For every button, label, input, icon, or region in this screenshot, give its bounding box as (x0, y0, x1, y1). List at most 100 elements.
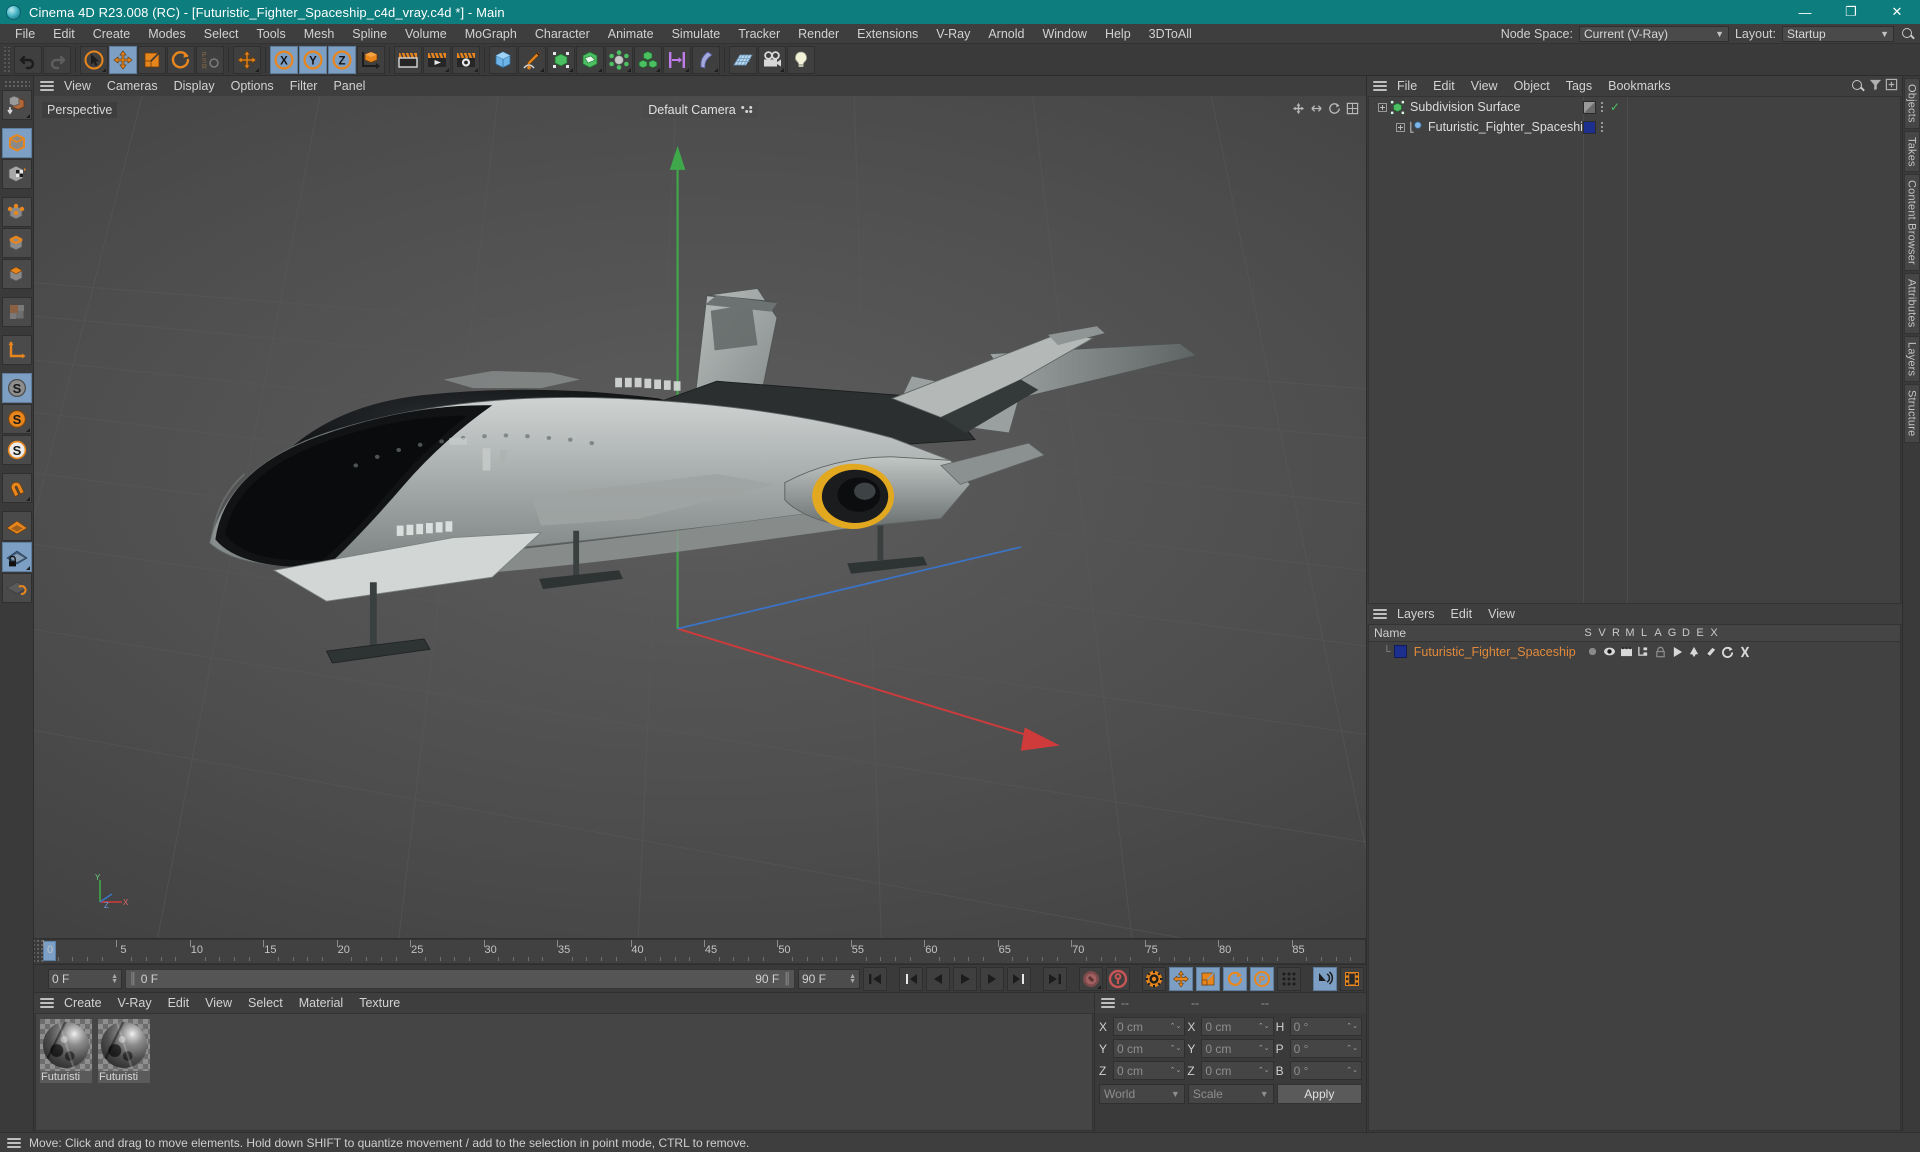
snap-button[interactable] (1, 473, 32, 503)
object-expand-toggle[interactable] (1393, 122, 1407, 132)
viewport-menu-cameras[interactable]: Cameras (99, 76, 166, 96)
uv-mode-button[interactable] (1, 297, 32, 327)
move-tool-button[interactable] (109, 45, 137, 74)
floor-button[interactable] (729, 45, 757, 74)
animation-icon[interactable] (1670, 646, 1684, 658)
object-row[interactable]: Subdivision Surface ✓ (1369, 97, 1900, 117)
spinner-icon[interactable]: ▲ ▼ (849, 973, 856, 985)
next-keyframe-button[interactable] (1007, 966, 1031, 991)
search-icon[interactable] (1900, 26, 1916, 42)
position-field-z[interactable]: 0 cm ⌃⌄ (1113, 1061, 1186, 1080)
spinner-icon[interactable]: ⌃⌄ (1170, 1067, 1182, 1074)
layer-menu-view[interactable]: View (1480, 604, 1523, 624)
edge-tab-layers[interactable]: Layers (1903, 335, 1920, 383)
object-menu-file[interactable]: File (1389, 76, 1425, 96)
layer-menu-edit[interactable]: Edit (1443, 604, 1481, 624)
menu-item-spline[interactable]: Spline (343, 24, 396, 44)
position-field-y[interactable]: 0 cm ⌃⌄ (1113, 1039, 1186, 1058)
menu-item-volume[interactable]: Volume (396, 24, 456, 44)
spinner-icon[interactable]: ⌃⌄ (1258, 1045, 1270, 1052)
size-field-x[interactable]: 0 cm ⌃⌄ (1201, 1017, 1274, 1036)
material-menu-icon[interactable] (38, 996, 56, 1010)
lock-icon[interactable] (1653, 646, 1667, 658)
lock-workplane-button[interactable] (1, 542, 32, 572)
subdivision-surface-button[interactable] (547, 45, 575, 74)
zoom-icon[interactable] (1308, 100, 1324, 116)
object-tag-swatch[interactable] (1583, 120, 1596, 134)
menu-item-v-ray[interactable]: V-Ray (927, 24, 979, 44)
generator-icon[interactable] (1687, 646, 1701, 658)
menu-item-render[interactable]: Render (789, 24, 848, 44)
edge-tab-structure[interactable]: Structure (1903, 384, 1920, 443)
size-field-z[interactable]: 0 cm ⌃⌄ (1201, 1061, 1274, 1080)
go-to-start-button[interactable] (863, 966, 887, 991)
filter-icon[interactable] (1869, 78, 1882, 94)
material-item[interactable]: Futuristi (40, 1019, 92, 1083)
node-space-dropdown[interactable]: Current (V-Ray) ▼ (1578, 25, 1729, 42)
psr-button[interactable]: PSR (196, 45, 224, 74)
object-dots-icon[interactable] (1600, 101, 1604, 114)
spinner-icon[interactable]: ▲ ▼ (111, 973, 118, 985)
object-row[interactable]: Futuristic_Fighter_Spaceship (1369, 117, 1900, 137)
render-settings-button[interactable] (452, 45, 480, 74)
viewport-menu-display[interactable]: Display (166, 76, 223, 96)
spinner-icon[interactable]: ⌃⌄ (1170, 1023, 1182, 1030)
render-view-button[interactable] (394, 45, 422, 74)
menu-item-help[interactable]: Help (1096, 24, 1140, 44)
object-menu-view[interactable]: View (1463, 76, 1506, 96)
go-to-end-button[interactable] (1043, 966, 1067, 991)
spinner-icon[interactable]: ⌃⌄ (1258, 1067, 1270, 1074)
material-menu-view[interactable]: View (197, 993, 240, 1013)
object-tag-swatch[interactable] (1583, 100, 1596, 114)
menu-item-animate[interactable]: Animate (599, 24, 663, 44)
left-palette-grip[interactable] (3, 80, 30, 87)
plus-icon[interactable] (1377, 102, 1387, 112)
end-frame-field[interactable]: 90 F ▲ ▼ (798, 968, 860, 989)
pan-icon[interactable] (1290, 100, 1306, 116)
manager-icon[interactable] (1636, 646, 1650, 657)
scale-tool-button[interactable] (138, 45, 166, 74)
step-back-button[interactable] (926, 966, 950, 991)
previous-keyframe-button[interactable] (899, 966, 923, 991)
viewport-menu-view[interactable]: View (56, 76, 99, 96)
checkmark-icon[interactable]: ✓ (1610, 100, 1620, 114)
range-end-handle[interactable]: ║ (783, 973, 791, 985)
menu-item-create[interactable]: Create (84, 24, 140, 44)
rotation-field-h[interactable]: 0 ° ⌃⌄ (1289, 1017, 1362, 1036)
menu-item-file[interactable]: File (6, 24, 44, 44)
cube-primitive-button[interactable] (489, 45, 517, 74)
model-mode-button[interactable] (1, 128, 32, 158)
viewport-menu-panel[interactable]: Panel (325, 76, 373, 96)
spinner-icon[interactable]: ⌃⌄ (1258, 1023, 1270, 1030)
plus-icon[interactable] (1395, 122, 1405, 132)
toolbar-grip[interactable] (2, 46, 10, 73)
redo-button[interactable] (43, 45, 71, 74)
object-expand-toggle[interactable] (1375, 102, 1389, 112)
object-menu-object[interactable]: Object (1506, 76, 1558, 96)
keyframe-settings-button[interactable] (1142, 966, 1166, 991)
maximize-button[interactable]: ❐ (1828, 0, 1874, 24)
menu-item-select[interactable]: Select (195, 24, 248, 44)
viewport[interactable]: Perspective Default Camera Y X Z (34, 96, 1366, 938)
coordinate-system-button[interactable] (357, 45, 385, 74)
material-list[interactable]: Futuristi Futuristi (35, 1013, 1093, 1131)
parameter-key-button[interactable]: P (1250, 966, 1274, 991)
expression-icon[interactable] (1721, 646, 1735, 658)
record-active-objects-button[interactable] (1079, 966, 1103, 991)
layout-dropdown[interactable]: Startup ▼ (1782, 25, 1894, 42)
range-start-handle[interactable]: ║ (129, 973, 137, 985)
object-axis-button[interactable]: S (1, 373, 32, 403)
spinner-icon[interactable]: ⌃⌄ (1346, 1067, 1358, 1074)
layer-color-swatch[interactable] (1393, 645, 1407, 658)
edge-tab-objects[interactable]: Objects (1903, 78, 1920, 129)
coordinate-system-select[interactable]: World ▼ (1099, 1084, 1185, 1104)
menu-item-tracker[interactable]: Tracker (729, 24, 789, 44)
autokeying-button[interactable] (1106, 966, 1130, 991)
edge-tab-takes[interactable]: Takes (1903, 130, 1920, 173)
apply-button[interactable]: Apply (1276, 1084, 1363, 1104)
spinner-icon[interactable]: ⌃⌄ (1346, 1023, 1358, 1030)
light-button[interactable] (787, 45, 815, 74)
deformer-button[interactable] (576, 45, 604, 74)
position-key-button[interactable] (1169, 966, 1193, 991)
menu-item-modes[interactable]: Modes (139, 24, 195, 44)
